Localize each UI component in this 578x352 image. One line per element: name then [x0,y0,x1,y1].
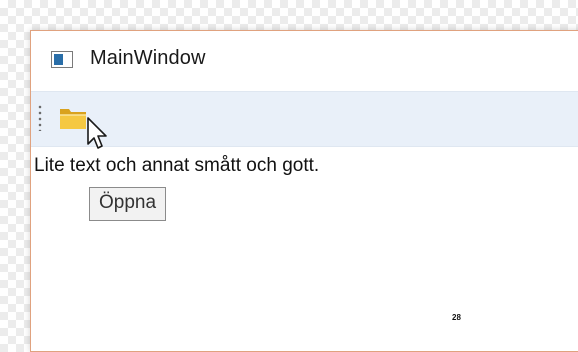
app-window-icon [51,51,73,68]
title-bar[interactable]: MainWindow [31,31,578,89]
content-text: Lite text och annat smått och gott. [34,155,320,176]
toolbar [31,91,578,147]
main-window: MainWindow Lite text och annat smått och… [30,30,578,352]
toolbar-grip-icon[interactable] [38,105,42,131]
page-number: 28 [452,313,461,322]
window-title: MainWindow [90,47,206,69]
open-tooltip: Öppna [89,187,167,221]
mouse-cursor-icon [87,117,107,149]
